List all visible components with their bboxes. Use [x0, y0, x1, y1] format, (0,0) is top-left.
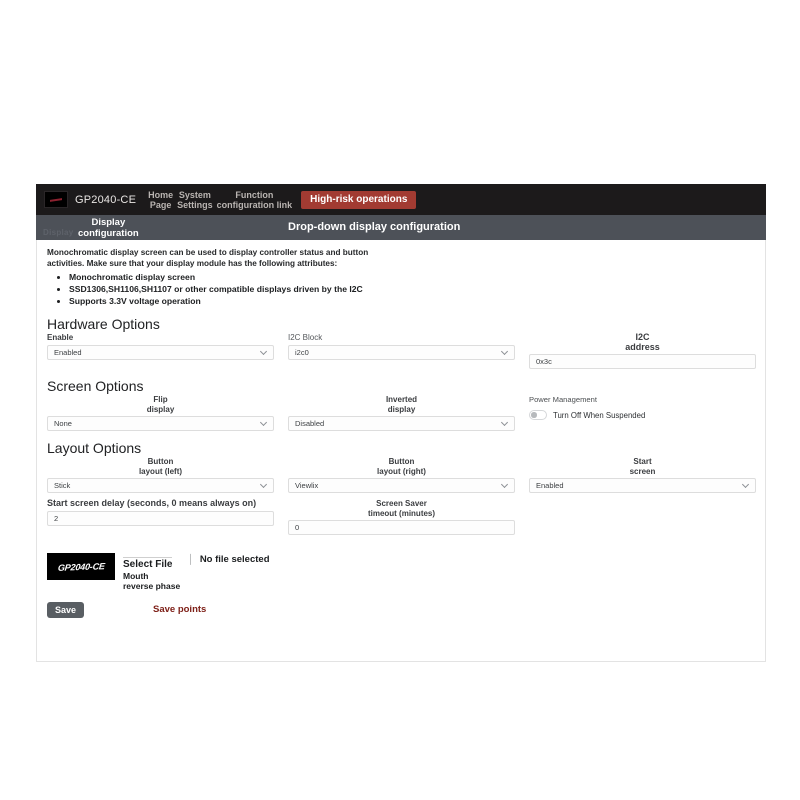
field-i2c-block: I2C Block i2c0	[288, 333, 515, 369]
splash-image-preview: GP2040-CE	[47, 553, 115, 580]
screen-options-row: Flip display None Inverted display Disab…	[47, 395, 755, 431]
inverted-display-select[interactable]: Disabled	[288, 416, 515, 431]
intro-bullet-list: Monochromatic display screen SSD1306,SH1…	[47, 272, 755, 307]
gp2040-web-config-window: GP2040-CE Home Page System Settings Func…	[36, 184, 766, 662]
subbar-ghost-label: Display	[43, 228, 74, 237]
field-button-layout-left: Button layout (left) Stick	[47, 457, 274, 493]
splash-image-row: GP2040-CE Select File Mouth reverse phas…	[47, 553, 755, 591]
nav-item-high-risk-operations[interactable]: High-risk operations	[301, 190, 417, 209]
nav-item-system-settings[interactable]: System Settings	[175, 190, 215, 210]
field-label-inverted-display: Inverted display	[385, 395, 418, 414]
splash-image-text: GP2040-CE	[56, 560, 105, 573]
spacer-col	[529, 499, 756, 535]
nav-brand: GP2040-CE	[75, 193, 137, 206]
list-item: Supports 3.3V voltage operation	[69, 296, 755, 307]
section-title-layout-options: Layout Options	[47, 440, 142, 456]
screen-saver-timeout-input[interactable]	[288, 520, 515, 535]
button-layout-left-select[interactable]: Stick	[47, 478, 274, 493]
field-label-i2c-address: I2C address	[625, 332, 660, 352]
field-button-layout-right: Button layout (right) Viewlix	[288, 457, 515, 493]
display-configuration-card: Monochromatic display screen can be used…	[36, 240, 766, 662]
file-separator: │	[188, 554, 194, 564]
select-file-annotation: Mouth reverse phase	[123, 571, 181, 591]
select-file-group: Select File Mouth reverse phase │ No fil…	[123, 553, 270, 591]
i2c-block-select[interactable]: i2c0	[288, 344, 515, 360]
display-config-subbar: Display Display configuration Drop-down …	[36, 215, 766, 240]
field-label-enable: Enable	[47, 333, 74, 342]
save-points-annotation: Save points	[153, 604, 207, 615]
field-label-start-screen: Start screen	[629, 457, 656, 476]
tab-display-configuration[interactable]: Display configuration	[78, 217, 139, 239]
field-label-i2c-block: I2C Block	[288, 333, 323, 342]
top-navbar: GP2040-CE Home Page System Settings Func…	[36, 184, 766, 215]
field-flip-display: Flip display None	[47, 395, 274, 431]
no-file-selected-text: No file selected	[199, 554, 270, 565]
intro-paragraph: Monochromatic display screen can be used…	[47, 248, 369, 268]
field-start-screen: Start screen Enabled	[529, 457, 756, 493]
i2c-address-input[interactable]	[529, 354, 756, 369]
field-label-button-layout-right: Button layout (right)	[377, 457, 426, 476]
save-row: Save Save points	[47, 602, 755, 618]
field-power-management: Power Management Turn Off When Suspended	[529, 395, 756, 431]
turn-off-when-suspended-toggle[interactable]	[529, 410, 547, 420]
button-layout-right-select[interactable]: Viewlix	[288, 478, 515, 493]
list-item: Monochromatic display screen	[69, 272, 755, 283]
nav-items: Home Page System Settings Function confi…	[146, 190, 417, 210]
hardware-options-row: Enable Enabled I2C Block i2c0 I2C addres…	[47, 332, 756, 369]
subbar-center-label: Drop-down display configuration	[288, 221, 461, 233]
field-i2c-address: I2C address	[529, 332, 756, 369]
field-label-start-screen-delay: Start screen delay (seconds, 0 means alw…	[47, 498, 257, 508]
field-enable: Enable Enabled	[47, 333, 274, 369]
save-button[interactable]: Save	[47, 602, 85, 618]
list-item: SSD1306,SH1106,SH1107 or other compatibl…	[69, 284, 755, 295]
section-title-hardware-options: Hardware Options	[47, 316, 160, 332]
gp2040-logo-icon	[44, 191, 68, 208]
field-inverted-display: Inverted display Disabled	[288, 395, 515, 431]
nav-item-home-page[interactable]: Home Page	[146, 190, 175, 210]
enable-select[interactable]: Enabled	[47, 344, 274, 360]
start-screen-delay-input[interactable]	[47, 510, 274, 526]
start-screen-select[interactable]: Enabled	[529, 478, 756, 493]
field-label-screen-saver-timeout: Screen Saver timeout (minutes)	[367, 499, 436, 518]
layout-options-row: Button layout (left) Stick Button layout…	[47, 457, 756, 493]
field-label-button-layout-left: Button layout (left)	[138, 457, 183, 476]
nav-item-function-configuration-link[interactable]: Function configuration link	[215, 190, 295, 210]
field-start-screen-delay: Start screen delay (seconds, 0 means alw…	[47, 498, 274, 535]
field-screen-saver-timeout: Screen Saver timeout (minutes)	[288, 499, 515, 535]
turn-off-when-suspended-label: Turn Off When Suspended	[553, 410, 646, 420]
delay-options-row: Start screen delay (seconds, 0 means alw…	[47, 498, 756, 535]
field-label-flip-display: Flip display	[146, 395, 175, 414]
field-label-power-management: Power Management	[529, 395, 597, 404]
section-title-screen-options: Screen Options	[47, 378, 144, 394]
turn-off-when-suspended-row[interactable]: Turn Off When Suspended	[529, 410, 756, 420]
select-file-button[interactable]: Select File	[123, 557, 173, 570]
flip-display-select[interactable]: None	[47, 416, 274, 431]
